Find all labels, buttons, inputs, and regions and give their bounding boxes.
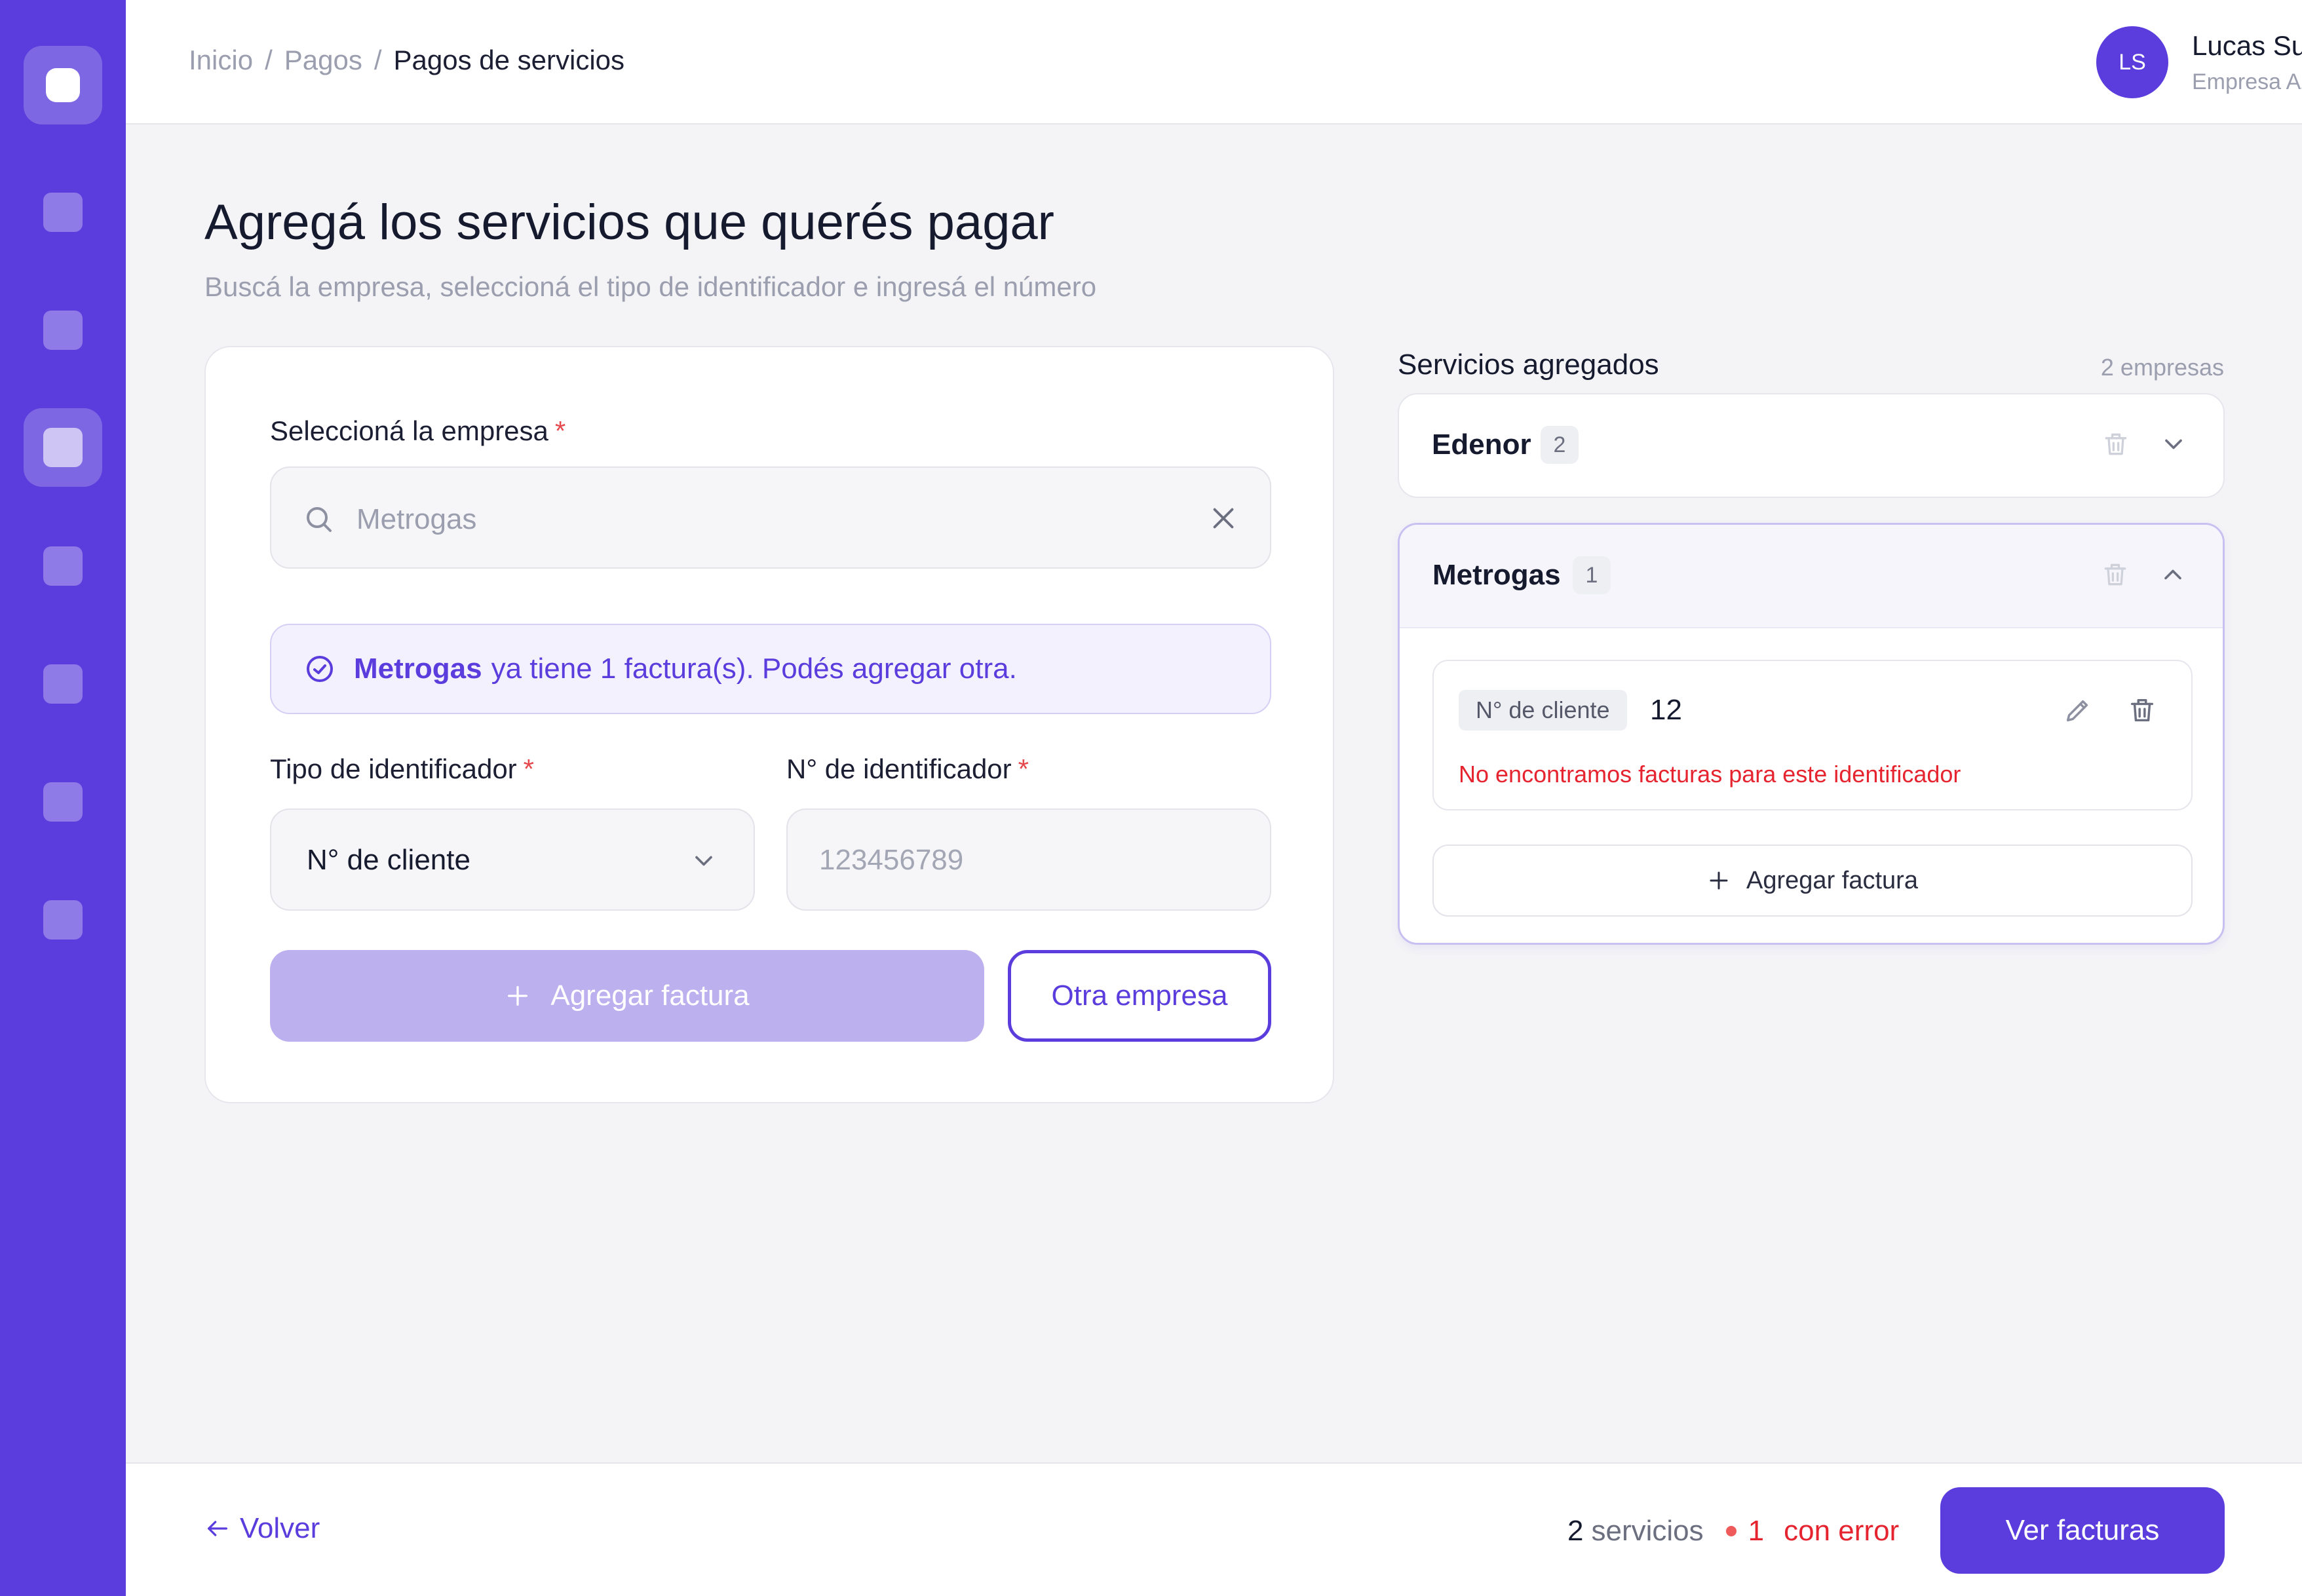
added-services-title: Servicios agregados: [1398, 349, 1659, 381]
breadcrumb-pagos[interactable]: Pagos: [284, 45, 362, 76]
id-number-label: N° de identificador *: [786, 753, 1029, 785]
service-bill-count: 1: [1573, 556, 1611, 594]
service-card-edenor: Edenor 2: [1398, 393, 2225, 498]
services-label: servicios: [1591, 1515, 1704, 1547]
service-header[interactable]: Edenor 2: [1399, 394, 2223, 497]
service-header[interactable]: Metrogas 1: [1400, 525, 2223, 628]
service-card-metrogas: Metrogas 1 N° de cliente 12 No encontram…: [1398, 523, 2225, 945]
trash-icon[interactable]: [2127, 695, 2157, 725]
pencil-icon[interactable]: [2063, 695, 2093, 725]
id-type-select-value: N° de cliente: [307, 844, 470, 876]
added-services-count: 2 empresas: [2100, 354, 2224, 381]
company-label: Seleccioná la empresa *: [270, 415, 566, 447]
sidebar-item-3-icon: [43, 428, 83, 467]
arrow-left-icon: [208, 1521, 227, 1536]
error-count: 1: [1748, 1515, 1765, 1547]
search-icon: [307, 507, 332, 532]
chevron-down-icon: [695, 856, 712, 866]
breadcrumb-separator: /: [265, 45, 273, 75]
user-name: Lucas Suárez: [2192, 30, 2302, 61]
error-dot-icon: [1725, 1526, 1736, 1536]
bill-id-type-tag: N° de cliente: [1459, 690, 1627, 731]
chevron-down-icon[interactable]: [2159, 430, 2188, 459]
sidebar-item-6[interactable]: [43, 782, 83, 822]
id-type-label-text: Tipo de identificador: [270, 753, 517, 784]
company-search-field[interactable]: [270, 466, 1271, 569]
add-bill-button[interactable]: Agregar factura: [270, 950, 984, 1042]
sidebar-item-2[interactable]: [43, 311, 83, 350]
view-bills-button[interactable]: Ver facturas: [1940, 1487, 2225, 1574]
notice-company: Metrogas: [354, 653, 482, 685]
bill-error-message: No encontramos facturas para este identi…: [1459, 761, 1961, 788]
footer-bar: Volver 2 servicios 1 con error Ver factu…: [126, 1462, 2302, 1596]
trash-icon[interactable]: [2101, 560, 2130, 589]
add-service-form: Seleccioná la empresa* Metrogas ya tiene…: [204, 346, 1334, 1103]
existing-bill-notice: Metrogas ya tiene 1 factura(s). Podés ag…: [270, 624, 1271, 714]
sidebar-item-4[interactable]: [43, 546, 83, 586]
required-mark: *: [523, 753, 535, 784]
avatar[interactable]: LS: [2096, 26, 2168, 98]
plus-icon: [1710, 871, 1728, 890]
page-subtitle: Buscá la empresa, seleccioná el tipo de …: [204, 271, 1097, 302]
id-type-select[interactable]: N° de cliente: [270, 808, 755, 911]
required-mark: *: [554, 415, 566, 446]
breadcrumb: Inicio / Pagos / Pagos de servicios: [189, 45, 624, 76]
bill-item: N° de cliente 12 No encontramos facturas…: [1432, 660, 2193, 810]
sidebar-item-5[interactable]: [43, 664, 83, 704]
back-button[interactable]: Volver: [204, 1512, 320, 1545]
breadcrumb-separator: /: [374, 45, 382, 75]
services-count: 2: [1567, 1515, 1584, 1547]
add-bill-inline-button[interactable]: Agregar factura: [1432, 845, 2193, 917]
service-bill-count: 2: [1541, 426, 1579, 464]
id-type-label: Tipo de identificador *: [270, 753, 534, 785]
id-number-input[interactable]: 123456789: [786, 808, 1271, 911]
notice-text: ya tiene 1 factura(s). Podés agregar otr…: [491, 653, 1017, 685]
top-header: Inicio / Pagos / Pagos de servicios LS L…: [126, 0, 2302, 124]
breadcrumb-current: Pagos de servicios: [393, 45, 625, 75]
sidebar-item-7[interactable]: [43, 900, 83, 940]
app-logo-button[interactable]: [24, 46, 102, 124]
id-number-placeholder: 123456789: [819, 844, 964, 876]
sidebar: [0, 0, 126, 1596]
required-mark: *: [1018, 753, 1029, 784]
service-name: Edenor: [1432, 428, 1531, 461]
add-bill-inline-label: Agregar factura: [1746, 866, 1918, 894]
add-bill-button-label: Agregar factura: [550, 979, 750, 1012]
sidebar-item-1[interactable]: [43, 193, 83, 232]
company-search-input[interactable]: [356, 503, 1143, 536]
error-label: con error: [1784, 1515, 1900, 1547]
footer-summary: 2 servicios 1 con error: [1567, 1515, 1899, 1548]
other-company-button[interactable]: Otra empresa: [1008, 950, 1271, 1042]
page-title: Agregá los servicios que querés pagar: [204, 195, 1054, 250]
check-circle-icon: [307, 656, 333, 682]
bill-id-value: 12: [1650, 694, 1682, 726]
company-label-text: Seleccioná la empresa: [270, 415, 548, 446]
id-number-label-text: N° de identificador: [786, 753, 1012, 784]
service-name: Metrogas: [1432, 559, 1561, 591]
chevron-up-icon[interactable]: [2158, 560, 2187, 589]
plus-icon: [508, 986, 528, 1006]
breadcrumb-inicio[interactable]: Inicio: [189, 45, 253, 76]
trash-icon[interactable]: [2101, 430, 2130, 459]
back-button-label: Volver: [240, 1512, 320, 1544]
user-company: Empresa Azul: [2192, 69, 2302, 94]
close-icon[interactable]: [1208, 503, 1238, 533]
